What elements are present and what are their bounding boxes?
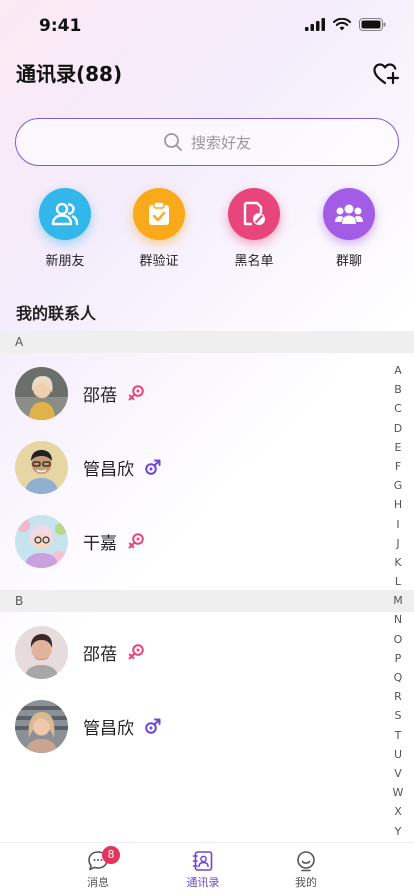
- contact-row[interactable]: 干嘉: [0, 515, 380, 589]
- male-icon: [145, 718, 161, 734]
- index-letter[interactable]: S: [392, 706, 404, 725]
- quick-new-friends[interactable]: 新朋友: [20, 188, 110, 269]
- wifi-icon: [333, 18, 351, 31]
- search-placeholder: 搜索好友: [190, 133, 251, 152]
- tab-bar: 8 消息 通讯录 我的: [0, 842, 414, 896]
- contact-row[interactable]: 邵蓓: [0, 626, 380, 700]
- index-letter[interactable]: W: [392, 783, 404, 802]
- quick-actions: 新朋友 群验证 黑名单 群聊: [0, 188, 414, 274]
- contacts-book-icon: [192, 851, 213, 871]
- female-icon: [128, 385, 144, 401]
- tab-label: 我的: [295, 876, 317, 889]
- avatar: [15, 700, 68, 753]
- page-title: 通讯录(88): [16, 62, 123, 86]
- index-letter[interactable]: Q: [392, 668, 404, 687]
- index-letter[interactable]: V: [392, 764, 404, 783]
- quick-blacklist[interactable]: 黑名单: [209, 188, 299, 269]
- quick-group-verify[interactable]: 群验证: [114, 188, 204, 269]
- section-title: 我的联系人: [16, 304, 97, 323]
- index-letter[interactable]: C: [392, 399, 404, 418]
- quick-label: 群聊: [335, 254, 362, 269]
- index-letter[interactable]: A: [392, 361, 404, 380]
- index-letter[interactable]: G: [392, 476, 404, 495]
- avatar: [15, 515, 68, 568]
- index-letter[interactable]: J: [392, 534, 404, 553]
- users-icon: [51, 202, 79, 226]
- tab-messages[interactable]: 8 消息: [58, 846, 138, 890]
- index-letter[interactable]: I: [392, 515, 404, 534]
- contact-row[interactable]: 邵蓓: [0, 367, 380, 441]
- group-chat-icon-bg: [323, 188, 375, 240]
- male-icon: [145, 459, 161, 475]
- quick-label: 黑名单: [234, 254, 274, 269]
- contact-name: 干嘉: [83, 534, 117, 554]
- signal-icon: [305, 18, 325, 31]
- index-letter[interactable]: P: [392, 649, 404, 668]
- search-icon: [164, 133, 182, 151]
- contact-name: 管昌欣: [83, 719, 134, 739]
- avatar: [15, 367, 68, 420]
- index-letter[interactable]: F: [392, 457, 404, 476]
- search-input[interactable]: 搜索好友: [15, 118, 399, 166]
- unread-badge: 8: [102, 846, 120, 864]
- index-letter[interactable]: E: [392, 438, 404, 457]
- avatar: [15, 441, 68, 494]
- alphabet-index[interactable]: ABCDEFGHIJKLMNOPQRSTUVWXY: [392, 361, 404, 841]
- female-icon: [128, 644, 144, 660]
- status-time: 9:41: [39, 16, 82, 36]
- contact-name: 邵蓓: [83, 386, 117, 406]
- index-letter[interactable]: M: [392, 591, 404, 610]
- quick-group-chat[interactable]: 群聊: [304, 188, 394, 269]
- block-doc-icon: [243, 201, 265, 226]
- female-icon: [128, 533, 144, 549]
- index-letter[interactable]: B: [392, 380, 404, 399]
- quick-label: 群验证: [139, 254, 179, 269]
- index-letter[interactable]: D: [392, 419, 404, 438]
- tab-label: 通讯录: [186, 876, 220, 889]
- new-friends-icon-bg: [39, 188, 91, 240]
- index-letter[interactable]: K: [392, 553, 404, 572]
- status-bar: 9:41: [0, 0, 414, 54]
- blacklist-icon-bg: [228, 188, 280, 240]
- contact-name: 管昌欣: [83, 460, 134, 480]
- index-letter[interactable]: X: [392, 802, 404, 821]
- tab-me[interactable]: 我的: [266, 850, 346, 890]
- quick-label: 新朋友: [45, 254, 85, 269]
- index-letter[interactable]: N: [392, 610, 404, 629]
- index-letter[interactable]: R: [392, 687, 404, 706]
- index-letter[interactable]: H: [392, 495, 404, 514]
- index-letter[interactable]: T: [392, 726, 404, 745]
- group-header-a: A: [0, 331, 414, 353]
- index-letter[interactable]: Y: [392, 822, 404, 841]
- contact-row[interactable]: 管昌欣: [0, 700, 380, 774]
- group-header-b: B: [0, 590, 414, 612]
- avatar: [15, 626, 68, 679]
- tab-contacts[interactable]: 通讯录: [163, 850, 243, 890]
- group-icon: [335, 204, 363, 224]
- add-favorite-icon[interactable]: [372, 60, 400, 88]
- group-verify-icon-bg: [133, 188, 185, 240]
- index-letter[interactable]: U: [392, 745, 404, 764]
- contact-row[interactable]: 管昌欣: [0, 441, 380, 515]
- index-letter[interactable]: L: [392, 572, 404, 591]
- smiley-icon: [297, 851, 315, 872]
- contact-name: 邵蓓: [83, 645, 117, 665]
- clipboard-check-icon: [149, 201, 169, 225]
- index-letter[interactable]: O: [392, 630, 404, 649]
- battery-icon: [359, 18, 386, 31]
- status-icons: [305, 18, 386, 31]
- header: 通讯录(88): [0, 58, 414, 92]
- tab-label: 消息: [87, 876, 109, 889]
